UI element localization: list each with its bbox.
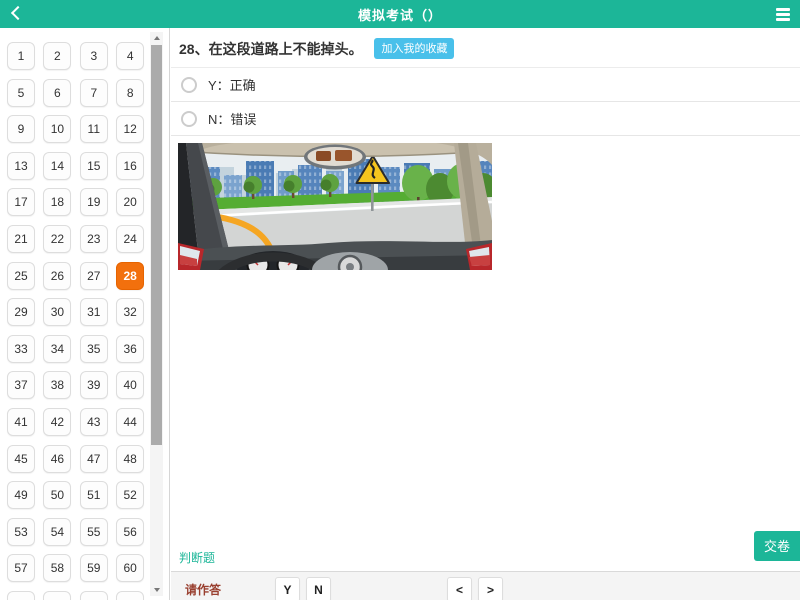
question-number-button[interactable]: 50 [43, 481, 71, 509]
question-number-button[interactable]: 14 [43, 152, 71, 180]
question-number-button[interactable]: 58 [43, 554, 71, 582]
question-number-button[interactable]: 12 [116, 115, 144, 143]
page-title: 模拟考试（） [358, 5, 442, 24]
question-type-label: 判断题 [179, 549, 215, 566]
answer-prompt-label: 请作答 [185, 581, 221, 598]
question-number-button[interactable]: 26 [43, 262, 71, 290]
answer-y-button[interactable]: Y [275, 577, 300, 600]
question-number-button[interactable]: 57 [7, 554, 35, 582]
question-number-sidebar: 1234567891011121314151617181920212223242… [0, 28, 170, 600]
question-number-button[interactable]: 51 [80, 481, 108, 509]
question-number-button[interactable]: 20 [116, 188, 144, 216]
next-question-button[interactable]: > [478, 577, 503, 600]
question-number-button[interactable]: 35 [80, 335, 108, 363]
question-number-button[interactable]: 37 [7, 371, 35, 399]
question-number-button[interactable]: 21 [7, 225, 35, 253]
question-number-button[interactable]: 1 [7, 42, 35, 70]
question-number-button[interactable]: 59 [80, 554, 108, 582]
question-number-button[interactable]: 6 [43, 79, 71, 107]
answer-option[interactable]: Y：正确 [171, 68, 800, 102]
answer-n-button[interactable]: N [306, 577, 331, 600]
question-number-button[interactable]: 36 [116, 335, 144, 363]
question-number-button[interactable]: 16 [116, 152, 144, 180]
scroll-down-icon[interactable] [150, 584, 163, 596]
question-number-button[interactable]: 43 [80, 408, 108, 436]
back-icon[interactable] [11, 6, 25, 20]
question-number-button[interactable]: 44 [116, 408, 144, 436]
question-number-button[interactable]: 34 [43, 335, 71, 363]
question-number-button[interactable]: 18 [43, 188, 71, 216]
question-number-button[interactable]: 28 [116, 262, 144, 290]
question-number-button[interactable]: 4 [116, 42, 144, 70]
question-panel: 28、在这段道路上不能掉头。 加入我的收藏 Y：正确 N：错误 [171, 28, 800, 600]
question-number-button[interactable]: 13 [7, 152, 35, 180]
question-text: 28、在这段道路上不能掉头。 [179, 41, 363, 57]
radio-icon[interactable] [181, 77, 197, 93]
question-number-button[interactable]: 7 [80, 79, 108, 107]
question-number-button[interactable]: 15 [80, 152, 108, 180]
question-number-button[interactable]: 61 [7, 591, 35, 600]
submit-exam-button[interactable]: 交卷 [754, 531, 800, 561]
question-number-button[interactable]: 42 [43, 408, 71, 436]
question-number-button[interactable]: 46 [43, 445, 71, 473]
question-number-button[interactable]: 11 [80, 115, 108, 143]
question-number-button[interactable]: 53 [7, 518, 35, 546]
top-bar: 模拟考试（） [0, 0, 800, 28]
question-number-button[interactable]: 56 [116, 518, 144, 546]
question-number-button[interactable]: 48 [116, 445, 144, 473]
question-number-button[interactable]: 25 [7, 262, 35, 290]
scrollbar-thumb[interactable] [151, 45, 162, 445]
question-number-button[interactable]: 3 [80, 42, 108, 70]
answer-bar: 请作答 YN < > [171, 571, 800, 600]
question-number-button[interactable]: 62 [43, 591, 71, 600]
scroll-up-icon[interactable] [150, 32, 163, 44]
question-number-button[interactable]: 23 [80, 225, 108, 253]
question-number-button[interactable]: 24 [116, 225, 144, 253]
question-number-button[interactable]: 17 [7, 188, 35, 216]
question-number-button[interactable]: 29 [7, 298, 35, 326]
question-nav: < > [447, 577, 503, 600]
question-number-button[interactable]: 52 [116, 481, 144, 509]
question-number-button[interactable]: 19 [80, 188, 108, 216]
add-favorite-button[interactable]: 加入我的收藏 [374, 38, 454, 59]
question-number-button[interactable]: 49 [7, 481, 35, 509]
question-number-button[interactable]: 60 [116, 554, 144, 582]
question-number-button[interactable]: 40 [116, 371, 144, 399]
question-number-button[interactable]: 54 [43, 518, 71, 546]
question-number-button[interactable]: 32 [116, 298, 144, 326]
question-number-button[interactable]: 45 [7, 445, 35, 473]
question-number-button[interactable]: 8 [116, 79, 144, 107]
radio-icon[interactable] [181, 111, 197, 127]
question-image [178, 143, 492, 270]
question-number-button[interactable]: 64 [116, 591, 144, 600]
question-number-button[interactable]: 9 [7, 115, 35, 143]
question-number-button[interactable]: 31 [80, 298, 108, 326]
question-number-button[interactable]: 41 [7, 408, 35, 436]
question-number-button[interactable]: 10 [43, 115, 71, 143]
question-number-button[interactable]: 63 [80, 591, 108, 600]
question-number-grid: 1234567891011121314151617181920212223242… [7, 42, 144, 600]
prev-question-button[interactable]: < [447, 577, 472, 600]
option-label: N：错误 [208, 109, 256, 128]
question-number-button[interactable]: 30 [43, 298, 71, 326]
question-row: 28、在这段道路上不能掉头。 加入我的收藏 [171, 28, 800, 68]
question-number-button[interactable]: 2 [43, 42, 71, 70]
question-number-button[interactable]: 55 [80, 518, 108, 546]
answer-option[interactable]: N：错误 [171, 102, 800, 136]
question-number-button[interactable]: 22 [43, 225, 71, 253]
question-number-button[interactable]: 47 [80, 445, 108, 473]
question-number-button[interactable]: 27 [80, 262, 108, 290]
question-number-button[interactable]: 33 [7, 335, 35, 363]
options-list: Y：正确 N：错误 [171, 68, 800, 136]
menu-icon[interactable] [776, 8, 790, 23]
sidebar-scrollbar[interactable] [150, 32, 163, 596]
question-number-button[interactable]: 39 [80, 371, 108, 399]
option-label: Y：正确 [208, 75, 256, 94]
question-number-button[interactable]: 5 [7, 79, 35, 107]
question-number-button[interactable]: 38 [43, 371, 71, 399]
answer-buttons: YN [275, 577, 331, 600]
